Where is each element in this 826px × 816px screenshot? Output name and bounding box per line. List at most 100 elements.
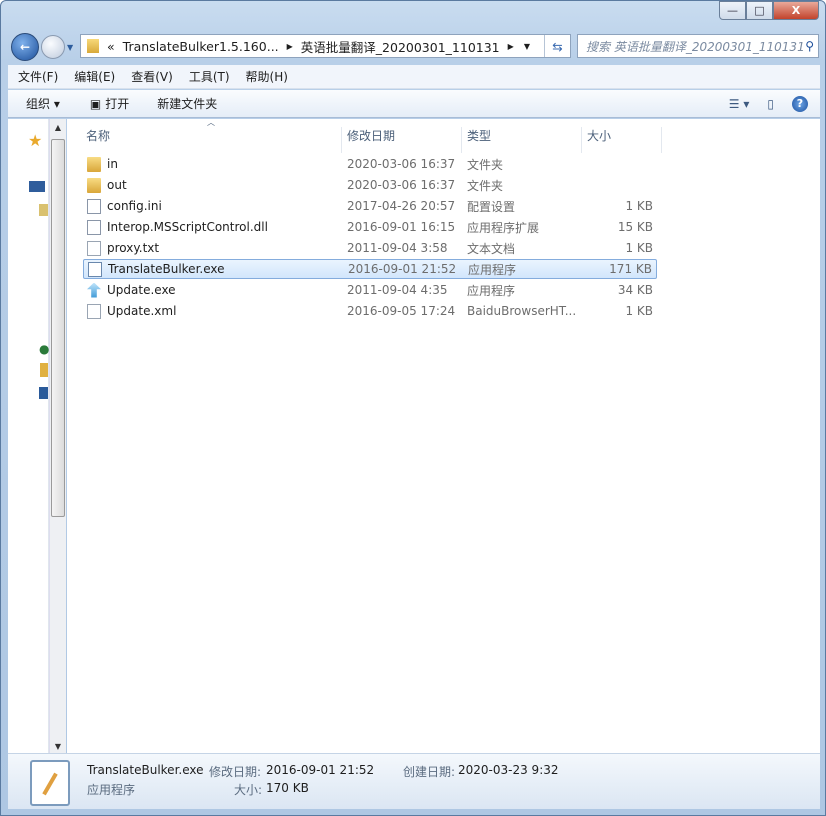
scrollbar-thumb[interactable] bbox=[51, 139, 65, 517]
breadcrumb-arrow-icon[interactable]: ▶ bbox=[508, 42, 514, 51]
scroll-down-icon[interactable]: ▼ bbox=[50, 742, 66, 751]
desktop-icon[interactable] bbox=[29, 181, 45, 192]
new-folder-button[interactable]: 新建文件夹 bbox=[157, 95, 217, 112]
file-name: Update.exe bbox=[107, 283, 176, 297]
details-file-name: TranslateBulker.exe bbox=[87, 763, 204, 777]
command-bar: 组织 ▾ ▣ 打开 新建文件夹 ☰ ▾ ▯ ? bbox=[8, 90, 820, 118]
file-date: 2020-03-06 16:37 bbox=[347, 178, 456, 192]
file-name: TranslateBulker.exe bbox=[108, 262, 225, 276]
menu-view[interactable]: 查看(V) bbox=[131, 68, 173, 85]
file-name: Interop.MSScriptControl.dll bbox=[107, 220, 268, 234]
libraries-icon[interactable] bbox=[39, 204, 48, 216]
menu-bar: 文件(F) 编辑(E) 查看(V) 工具(T) 帮助(H) bbox=[8, 65, 820, 89]
homegroup-icon[interactable]: ● bbox=[39, 342, 49, 356]
column-divider[interactable] bbox=[461, 127, 462, 153]
column-divider[interactable] bbox=[341, 127, 342, 153]
search-placeholder: 搜索 英语批量翻译_20200301_110131 bbox=[586, 39, 805, 54]
recent-pages-dropdown[interactable]: ▼ bbox=[67, 43, 73, 52]
view-options-icon[interactable]: ☰ ▾ bbox=[729, 97, 750, 111]
column-headers: 名称 ︿ 修改日期 类型 大小 bbox=[67, 118, 820, 153]
file-date: 2017-04-26 20:57 bbox=[347, 199, 456, 213]
file-date: 2016-09-01 16:15 bbox=[347, 220, 456, 234]
close-button[interactable]: X bbox=[773, 1, 819, 20]
breadcrumb-segment[interactable]: TranslateBulker1.5.160... bbox=[123, 39, 279, 54]
ini-icon bbox=[87, 198, 101, 214]
back-button[interactable]: ← bbox=[11, 33, 39, 61]
file-type: 文件夹 bbox=[467, 157, 504, 172]
file-type: 文件夹 bbox=[467, 178, 504, 193]
menu-help[interactable]: 帮助(H) bbox=[246, 68, 288, 85]
address-dropdown-icon[interactable]: ▼ bbox=[524, 42, 530, 51]
file-row[interactable]: Interop.MSScriptControl.dll 2016-09-01 16… bbox=[83, 217, 657, 237]
file-row[interactable]: proxy.txt 2011-09-04 3:58 文本文档 1 KB bbox=[83, 238, 657, 258]
nav-pane-scrollbar[interactable]: ▲ ▼ bbox=[49, 119, 66, 753]
address-overflow[interactable]: « bbox=[107, 39, 115, 54]
computer-icon[interactable] bbox=[40, 363, 48, 377]
breadcrumb-arrow-icon[interactable]: ▶ bbox=[287, 42, 293, 51]
details-created-value: 2020-03-23 9:32 bbox=[458, 763, 559, 777]
preview-pane-icon[interactable]: ▯ bbox=[767, 97, 774, 111]
organize-button[interactable]: 组织 ▾ bbox=[26, 95, 60, 112]
file-name: in bbox=[107, 157, 118, 171]
file-date: 2020-03-06 16:37 bbox=[347, 157, 456, 171]
details-modified-value: 2016-09-01 21:52 bbox=[266, 763, 375, 777]
details-size-label: 大小: bbox=[234, 783, 263, 797]
help-icon[interactable]: ? bbox=[792, 95, 808, 112]
file-name: Update.xml bbox=[107, 304, 177, 318]
folder-icon bbox=[87, 177, 101, 193]
sort-ascending-icon: ︿ bbox=[207, 118, 215, 127]
exe-icon bbox=[88, 261, 102, 277]
maximize-button[interactable]: □ bbox=[746, 1, 773, 20]
new-folder-label: 新建文件夹 bbox=[157, 97, 218, 111]
favorites-star-icon[interactable]: ★ bbox=[28, 131, 42, 150]
file-name: proxy.txt bbox=[107, 241, 160, 255]
xml-icon bbox=[87, 303, 101, 319]
column-header-size[interactable]: 大小 bbox=[587, 127, 611, 144]
scroll-up-icon[interactable]: ▲ bbox=[50, 123, 66, 132]
search-input[interactable]: 搜索 英语批量翻译_20200301_110131 ⚲ bbox=[577, 34, 819, 58]
open-icon: ▣ bbox=[89, 96, 102, 111]
file-row[interactable]: config.ini 2017-04-26 20:57 配置设置 1 KB bbox=[83, 196, 657, 216]
file-name: config.ini bbox=[107, 199, 162, 213]
file-size: 171 KB bbox=[609, 262, 652, 276]
window-controls: — □ X bbox=[719, 1, 819, 20]
network-icon[interactable] bbox=[39, 387, 48, 399]
file-row[interactable]: Update.exe 2011-09-04 4:35 应用程序 34 KB bbox=[83, 280, 657, 300]
file-row[interactable]: in 2020-03-06 16:37 文件夹 bbox=[83, 154, 657, 174]
refresh-button[interactable]: ⇆ bbox=[544, 35, 570, 57]
file-row[interactable]: out 2020-03-06 16:37 文件夹 bbox=[83, 175, 657, 195]
address-bar[interactable]: « TranslateBulker1.5.160... ▶ 英语批量翻译_202… bbox=[80, 34, 571, 58]
breadcrumb-segment[interactable]: 英语批量翻译_20200301_110131 bbox=[301, 37, 500, 56]
details-modified-label: 修改日期: bbox=[209, 765, 262, 779]
search-icon[interactable]: ⚲ bbox=[805, 39, 814, 53]
menu-edit[interactable]: 编辑(E) bbox=[74, 68, 115, 85]
column-header-name[interactable]: 名称 bbox=[86, 127, 110, 144]
file-type: 应用程序 bbox=[467, 283, 516, 298]
column-divider[interactable] bbox=[581, 127, 582, 153]
dll-icon bbox=[87, 219, 101, 235]
file-type: 配置设置 bbox=[467, 199, 516, 214]
file-size: 1 KB bbox=[625, 304, 653, 318]
file-list: 名称 ︿ 修改日期 类型 大小 in 2020-03-06 16:37 文件夹 out… bbox=[67, 118, 820, 753]
minimize-button[interactable]: — bbox=[719, 1, 746, 20]
open-label: 打开 bbox=[105, 97, 130, 111]
organize-label: 组织 ▾ bbox=[26, 97, 60, 111]
details-file-type: 应用程序 bbox=[87, 783, 136, 797]
update-icon bbox=[87, 282, 101, 298]
folder-icon bbox=[87, 39, 99, 53]
file-size: 1 KB bbox=[625, 241, 653, 255]
file-type: BaiduBrowserHT... bbox=[467, 304, 577, 318]
application-icon bbox=[30, 760, 70, 806]
file-row[interactable]: Update.xml 2016-09-05 17:24 BaiduBrowserHT… bbox=[83, 301, 657, 321]
menu-tools[interactable]: 工具(T) bbox=[189, 68, 230, 85]
file-row[interactable]: TranslateBulker.exe 2016-09-01 21:52 应用程序 1… bbox=[83, 259, 657, 279]
folder-icon bbox=[87, 156, 101, 172]
forward-button[interactable] bbox=[41, 35, 65, 59]
column-header-type[interactable]: 类型 bbox=[467, 127, 491, 144]
menu-file[interactable]: 文件(F) bbox=[18, 68, 58, 85]
column-divider[interactable] bbox=[661, 127, 662, 153]
file-date: 2016-09-01 21:52 bbox=[348, 262, 457, 276]
file-size: 1 KB bbox=[625, 199, 653, 213]
open-button[interactable]: ▣ 打开 bbox=[90, 95, 129, 112]
column-header-date[interactable]: 修改日期 bbox=[347, 127, 395, 144]
